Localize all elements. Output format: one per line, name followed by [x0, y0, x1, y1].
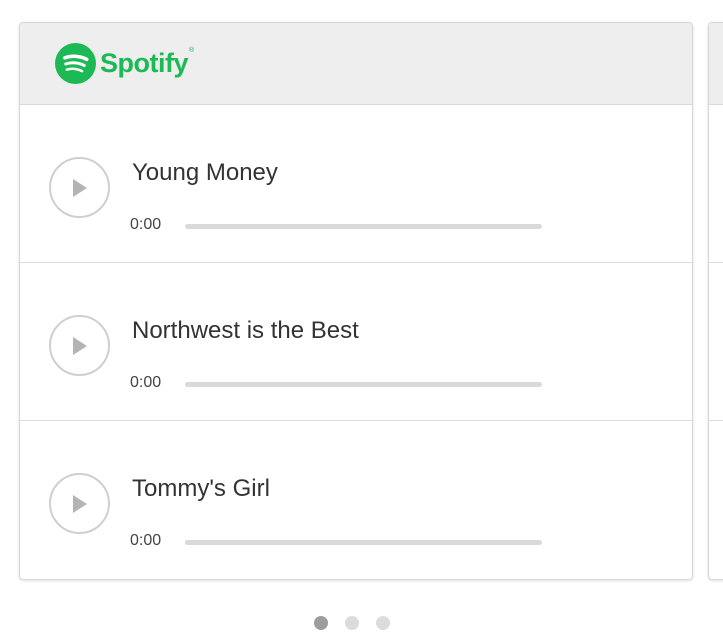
play-icon — [73, 179, 87, 197]
carousel: Spotify ® Young Money 0:00 Northwest is … — [0, 0, 723, 636]
pagination-dot[interactable] — [376, 616, 390, 630]
pagination-dot[interactable] — [314, 616, 328, 630]
progress-bar[interactable] — [185, 224, 542, 229]
track-row — [709, 263, 723, 421]
track-title: Tommy's Girl — [132, 475, 270, 502]
next-playlist-card[interactable] — [708, 22, 723, 580]
track-title: Northwest is the Best — [132, 317, 359, 344]
track-row — [709, 105, 723, 263]
card-header: Spotify ® — [20, 23, 692, 105]
progress-bar[interactable] — [185, 540, 542, 545]
track-time: 0:00 — [130, 532, 162, 549]
card-header — [709, 23, 723, 105]
track-row: Young Money 0:00 — [20, 105, 692, 263]
trademark-symbol: ® — [189, 47, 195, 54]
track-row: Tommy's Girl 0:00 — [20, 421, 692, 579]
playlist-card: Spotify ® Young Money 0:00 Northwest is … — [19, 22, 693, 580]
brand-name: Spotify — [100, 48, 189, 78]
carousel-pagination — [314, 616, 390, 630]
play-icon — [73, 337, 87, 355]
track-time: 0:00 — [130, 216, 162, 233]
play-button[interactable] — [49, 473, 110, 534]
track-row — [709, 421, 723, 579]
track-time: 0:00 — [130, 374, 162, 391]
play-icon — [73, 495, 87, 513]
track-row: Northwest is the Best 0:00 — [20, 263, 692, 421]
spotify-logo: Spotify ® — [55, 43, 194, 84]
play-button[interactable] — [49, 157, 110, 218]
pagination-dot[interactable] — [345, 616, 359, 630]
progress-bar[interactable] — [185, 382, 542, 387]
track-title: Young Money — [132, 159, 278, 186]
play-button[interactable] — [49, 315, 110, 376]
spotify-logo-icon — [55, 43, 96, 84]
